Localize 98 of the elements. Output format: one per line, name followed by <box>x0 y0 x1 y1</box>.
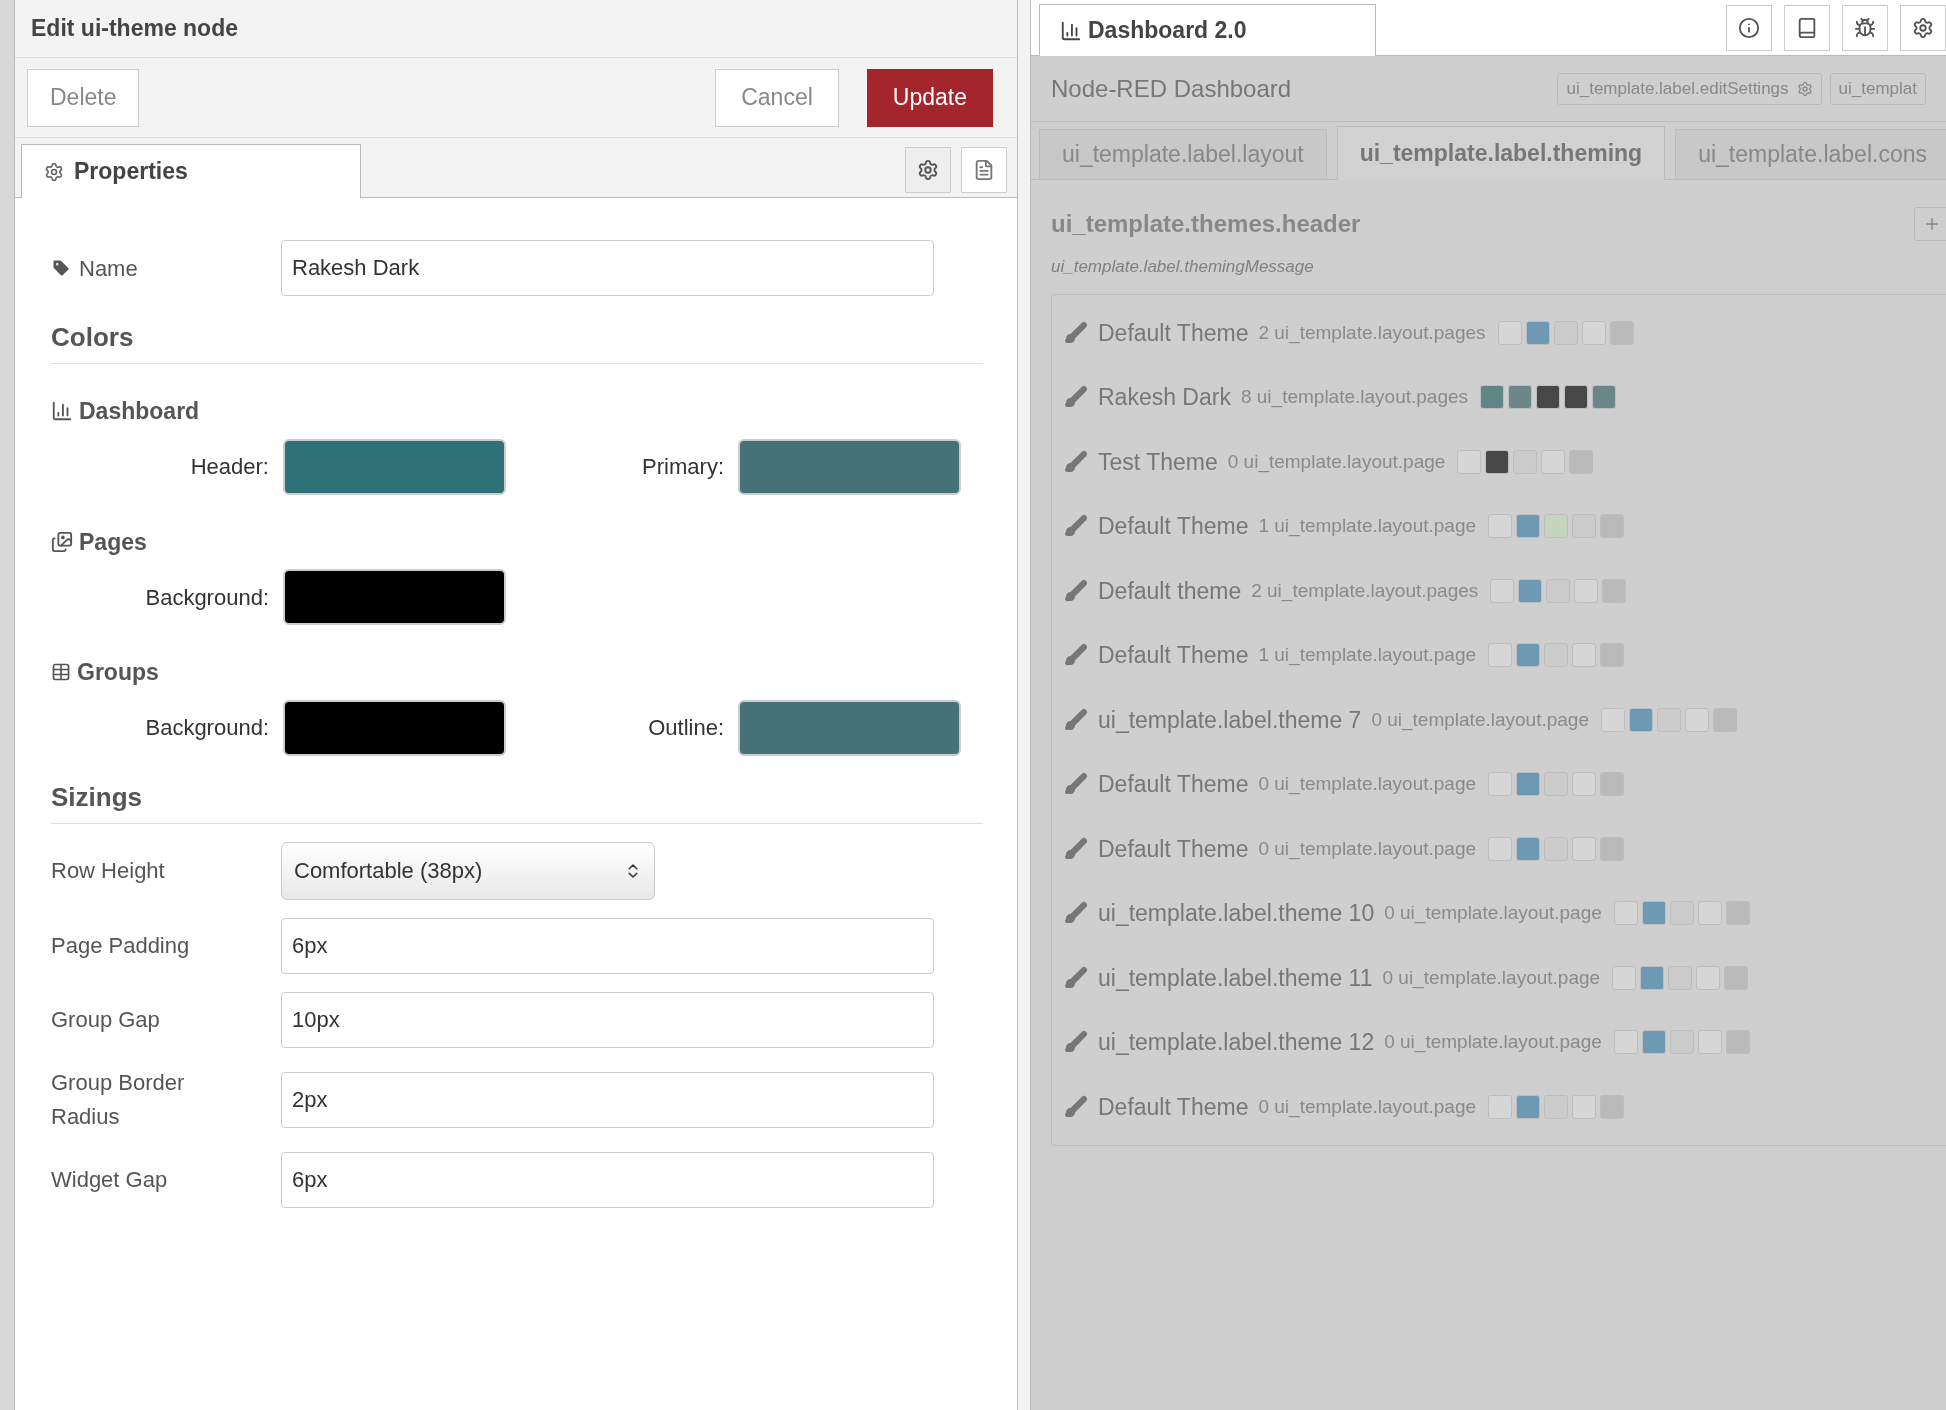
field-label: Group Border Radius <box>51 1068 186 1131</box>
theme-page-count: 2 ui_template.layout.pages <box>1251 578 1479 604</box>
color-label: Primary: <box>641 453 725 481</box>
theme-name: Default Theme <box>1098 834 1249 864</box>
theme-page-count: 0 ui_template.layout.page <box>1258 1094 1477 1120</box>
settings-icon <box>1912 17 1934 39</box>
brush-icon <box>1064 772 1088 797</box>
color-label: Background: <box>144 583 270 612</box>
theme-name: Default Theme <box>1098 1092 1249 1122</box>
settings-button[interactable] <box>905 147 951 193</box>
info-icon <box>1738 17 1760 39</box>
plus-icon <box>1923 215 1941 233</box>
panel-title: Node-RED Dashboard <box>1051 73 1292 104</box>
name-input[interactable]: Rakesh Dark <box>281 240 934 296</box>
description-button[interactable] <box>961 147 1007 193</box>
cancel-button[interactable]: Cancel <box>715 68 839 127</box>
theme-name: ui_template.label.theme 11 <box>1098 963 1373 993</box>
color-label: Header: <box>189 453 270 481</box>
section-title: Dashboard <box>79 397 200 426</box>
theme-page-count: 8 ui_template.layout.pages <box>1240 385 1469 410</box>
bar-chart-icon <box>51 400 73 423</box>
theme-name: Default Theme <box>1098 318 1249 348</box>
book-icon <box>1796 17 1818 39</box>
theme-page-count: 2 ui_template.layout.pages <box>1258 320 1486 346</box>
brush-icon <box>1064 514 1088 539</box>
tag-icon <box>51 258 71 278</box>
theming-message: ui_template.label.themingMessage <box>1050 256 1315 278</box>
theme-name: Default Theme <box>1098 770 1249 799</box>
theme-name: ui_template.label.theme 7 <box>1098 705 1362 735</box>
theme-page-count: 0 ui_template.layout.page <box>1382 965 1601 991</box>
editor-title: Edit ui-theme node <box>31 14 238 44</box>
field-label: Group Gap <box>51 1005 161 1034</box>
update-button[interactable]: Update <box>866 68 993 127</box>
color-swatch[interactable] <box>738 699 961 756</box>
brush-icon <box>1064 320 1088 345</box>
color-label: Background: <box>144 714 270 742</box>
name-label: Name <box>79 254 138 283</box>
field-label: Page Padding <box>51 931 191 960</box>
brush-icon <box>1064 901 1088 926</box>
gear-icon <box>1796 80 1813 97</box>
theme-page-count: 0 ui_template.layout.page <box>1371 707 1589 733</box>
row-height-select[interactable]: Comfortable (38px) <box>281 841 655 900</box>
color-swatch[interactable] <box>738 438 961 495</box>
theme-name: ui_template.label.theme 12 <box>1098 1028 1375 1057</box>
color-swatch[interactable] <box>283 438 506 495</box>
book-button[interactable] <box>1784 5 1830 51</box>
bug-icon <box>1854 17 1876 39</box>
colors-heading: Colors <box>51 318 983 364</box>
bug-button[interactable] <box>1842 5 1888 51</box>
theme-page-count: 0 ui_template.layout.page <box>1227 449 1446 475</box>
theme-page-count: 0 ui_template.layout.page <box>1384 1030 1602 1055</box>
color-swatch[interactable] <box>283 569 506 625</box>
theme-name: Rakesh Dark <box>1098 383 1231 412</box>
brush-icon <box>1064 449 1088 474</box>
gear-icon <box>44 161 64 182</box>
pages-icon <box>51 530 73 553</box>
brush-icon <box>1064 578 1088 603</box>
table-icon <box>51 662 71 683</box>
brush-icon <box>1064 1030 1088 1055</box>
settings-icon <box>917 159 939 181</box>
section-title: Groups <box>77 658 159 687</box>
delete-button[interactable]: Delete <box>27 68 140 127</box>
brush-icon <box>1064 707 1088 732</box>
theme-page-count: 0 ui_template.layout.page <box>1258 836 1477 862</box>
color-swatch[interactable] <box>283 699 506 756</box>
theme-name: Test Theme <box>1098 447 1218 477</box>
color-label: Outline: <box>647 714 725 742</box>
dashboard-tab[interactable]: Dashboard 2.0 <box>1039 4 1376 56</box>
bar-chart-icon <box>1060 19 1082 42</box>
field-label: Row Height <box>51 856 166 885</box>
theme-name: Default Theme <box>1098 641 1249 670</box>
select-value: Comfortable (38px) <box>294 857 483 885</box>
text-input[interactable]: 10px <box>281 991 934 1048</box>
document-icon <box>973 159 995 181</box>
theme-page-count: 1 ui_template.layout.page <box>1258 514 1477 539</box>
theme-name: Default theme <box>1098 576 1242 606</box>
brush-icon <box>1064 643 1088 668</box>
tab-label: Dashboard 2.0 <box>1088 16 1247 46</box>
brush-icon <box>1064 965 1088 990</box>
brush-icon <box>1064 385 1088 410</box>
text-input[interactable]: 6px <box>281 917 934 974</box>
theme-page-count: 0 ui_template.layout.page <box>1384 901 1602 926</box>
properties-tab[interactable]: Properties <box>21 144 361 198</box>
theme-page-count: 1 ui_template.layout.page <box>1258 643 1477 668</box>
brush-icon <box>1064 836 1088 861</box>
text-input[interactable]: 6px <box>281 1151 934 1208</box>
settings-button[interactable] <box>1900 5 1946 51</box>
info-button[interactable] <box>1726 5 1772 51</box>
field-label: Widget Gap <box>51 1165 169 1194</box>
section-title: Pages <box>79 527 147 557</box>
text-input[interactable]: 2px <box>281 1071 934 1128</box>
brush-icon <box>1064 1094 1088 1119</box>
theme-name: ui_template.label.theme 10 <box>1098 899 1375 928</box>
sizings-heading: Sizings <box>51 777 983 824</box>
theme-page-count: 0 ui_template.layout.page <box>1258 772 1477 797</box>
tab-label: Properties <box>74 157 188 187</box>
theme-name: Default Theme <box>1098 512 1249 541</box>
themes-header: ui_template.themes.header <box>1051 209 1361 239</box>
